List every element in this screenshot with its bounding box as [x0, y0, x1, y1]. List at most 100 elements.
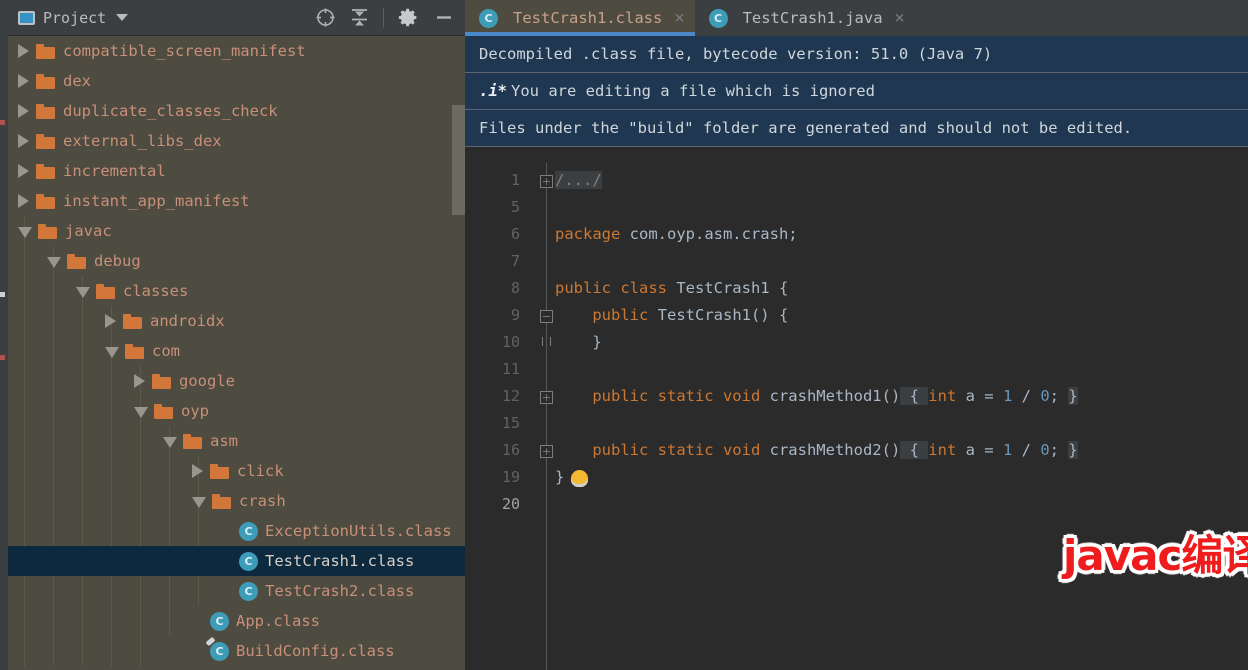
code-token: 0: [1040, 441, 1050, 459]
java-class-icon: C: [239, 551, 258, 571]
folder-icon: [96, 283, 115, 299]
tree-item-debug[interactable]: debug: [8, 246, 465, 276]
folder-icon: [154, 403, 173, 419]
fold-expand-icon[interactable]: +: [540, 175, 553, 188]
expand-arrow-icon[interactable]: [105, 314, 117, 328]
expand-arrow-icon[interactable]: [18, 44, 30, 58]
tree-item-app-class[interactable]: C App.class: [8, 606, 465, 636]
code-line[interactable]: }: [555, 333, 601, 351]
code-line[interactable]: public static void crashMethod1() { int …: [555, 387, 1078, 405]
folder-icon: [36, 133, 55, 149]
editor-area: C TestCrash1.class × C TestCrash1.java ×…: [465, 0, 1248, 670]
fold-expand-icon[interactable]: +: [540, 445, 553, 458]
tree-item-asm[interactable]: asm: [8, 426, 465, 456]
left-tool-strip[interactable]: [0, 0, 8, 670]
collapse-arrow-icon[interactable]: [76, 286, 90, 298]
code-token: }: [1068, 387, 1078, 405]
java-class-icon: C: [210, 611, 229, 631]
project-scrollbar-thumb[interactable]: [452, 105, 465, 215]
line-number-gutter[interactable]: 1 +5 6 7 8 9 − 10 11 12 +15 16 +19 20: [465, 163, 553, 670]
strip-marker: [0, 120, 5, 125]
close-icon[interactable]: ×: [674, 8, 684, 28]
collapse-all-icon[interactable]: [350, 7, 369, 28]
code-line[interactable]: package com.oyp.asm.crash;: [555, 225, 798, 243]
collapse-arrow-icon[interactable]: [105, 346, 119, 358]
fold-expand-icon[interactable]: +: [540, 391, 553, 404]
code-viewport[interactable]: 1 +5 6 7 8 9−10 11 12 +15 16 +19 20 /.../package co…: [465, 163, 1248, 670]
folder-icon: [36, 73, 55, 89]
fold-region-start-icon[interactable]: −: [540, 310, 553, 323]
tab-testcrash1-class[interactable]: C TestCrash1.class ×: [465, 0, 695, 36]
line-number: 9: [510, 306, 520, 324]
locate-target-icon[interactable]: [315, 7, 336, 28]
tree-item-duplicate-classes-check[interactable]: duplicate_classes_check: [8, 96, 465, 126]
expand-arrow-icon[interactable]: [18, 164, 30, 178]
tree-item-javac[interactable]: javac: [8, 216, 465, 246]
banner-text: You are editing a file which is ignored: [511, 82, 875, 100]
collapse-arrow-icon[interactable]: [134, 406, 148, 418]
code-line[interactable]: public static void crashMethod2() { int …: [555, 441, 1078, 459]
collapse-arrow-icon[interactable]: [192, 496, 206, 508]
hide-panel-icon[interactable]: [433, 7, 455, 28]
tree-item-buildconfig-class[interactable]: C BuildConfig.class: [8, 636, 465, 666]
expand-arrow-icon[interactable]: [192, 464, 204, 478]
expand-arrow-icon[interactable]: [18, 104, 30, 118]
tree-item-exceptionutils-class[interactable]: C ExceptionUtils.class: [8, 516, 465, 546]
tree-item-external-libs-dex[interactable]: external_libs_dex: [8, 126, 465, 156]
tree-item-label: TestCrash2.class: [265, 582, 415, 600]
chevron-down-icon[interactable]: [116, 14, 129, 21]
expand-arrow-icon[interactable]: [134, 374, 146, 388]
tree-item-classes[interactable]: classes: [8, 276, 465, 306]
line-number: 8: [510, 279, 520, 297]
code-token: package: [555, 225, 621, 243]
code-token: public static void: [592, 441, 761, 459]
tree-item-label: compatible_screen_manifest: [63, 42, 306, 60]
settings-gear-icon[interactable]: [398, 7, 419, 28]
project-scrollbar-track[interactable]: [452, 36, 465, 670]
intention-bulb-icon[interactable]: [571, 470, 588, 487]
banner-ignored-file: .i* You are editing a file which is igno…: [465, 73, 1248, 110]
expand-arrow-icon[interactable]: [18, 134, 30, 148]
banner-text: Files under the "build" folder are gener…: [479, 119, 1133, 137]
tree-item-androidx[interactable]: androidx: [8, 306, 465, 336]
tree-item-com[interactable]: com: [8, 336, 465, 366]
folder-icon: [212, 493, 231, 509]
close-icon[interactable]: ×: [895, 8, 905, 28]
expand-arrow-icon[interactable]: [18, 194, 30, 208]
tree-item-testcrash2-class[interactable]: C TestCrash2.class: [8, 576, 465, 606]
tree-item-testcrash1-class[interactable]: C TestCrash1.class: [8, 546, 465, 576]
fold-guide-line: [546, 163, 547, 670]
tree-item-compatible-screen-manifest[interactable]: compatible_screen_manifest: [8, 36, 465, 66]
expand-arrow-icon[interactable]: [18, 74, 30, 88]
tree-item-crash[interactable]: crash: [8, 486, 465, 516]
folder-icon: [123, 313, 142, 329]
tree-item-dex[interactable]: dex: [8, 66, 465, 96]
code-line[interactable]: public class TestCrash1 {: [555, 279, 788, 297]
code-line[interactable]: }: [555, 468, 588, 487]
collapse-arrow-icon[interactable]: [18, 226, 32, 238]
tree-item-label: App.class: [236, 612, 320, 630]
tree-item-click[interactable]: click: [8, 456, 465, 486]
tree-item-oyp[interactable]: oyp: [8, 396, 465, 426]
tree-item-google[interactable]: google: [8, 366, 465, 396]
collapse-arrow-icon[interactable]: [163, 436, 177, 448]
tab-testcrash1-java[interactable]: C TestCrash1.java ×: [694, 0, 915, 36]
collapse-arrow-icon[interactable]: [47, 256, 61, 268]
project-tree[interactable]: compatible_screen_manifestdex duplicate_c…: [8, 36, 465, 670]
tree-item-label: external_libs_dex: [63, 132, 222, 150]
tree-item-label: ExceptionUtils.class: [265, 522, 452, 540]
code-token: {: [900, 441, 929, 459]
editor-tab-bar: C TestCrash1.class × C TestCrash1.java ×: [465, 0, 1248, 36]
annotation-overlay: javac编译后的字节码: [1063, 531, 1248, 580]
tree-item-incremental[interactable]: incremental: [8, 156, 465, 186]
code-token: TestCrash1() {: [648, 306, 789, 324]
line-number: 1: [510, 171, 520, 189]
code-line[interactable]: public TestCrash1() {: [555, 306, 788, 324]
code-line[interactable]: /.../: [555, 171, 602, 189]
tree-item-instant-app-manifest[interactable]: instant_app_manifest: [8, 186, 465, 216]
code-token: a =: [956, 441, 1003, 459]
fold-region-end-icon[interactable]: [542, 337, 551, 346]
code-token: public class: [555, 279, 667, 297]
